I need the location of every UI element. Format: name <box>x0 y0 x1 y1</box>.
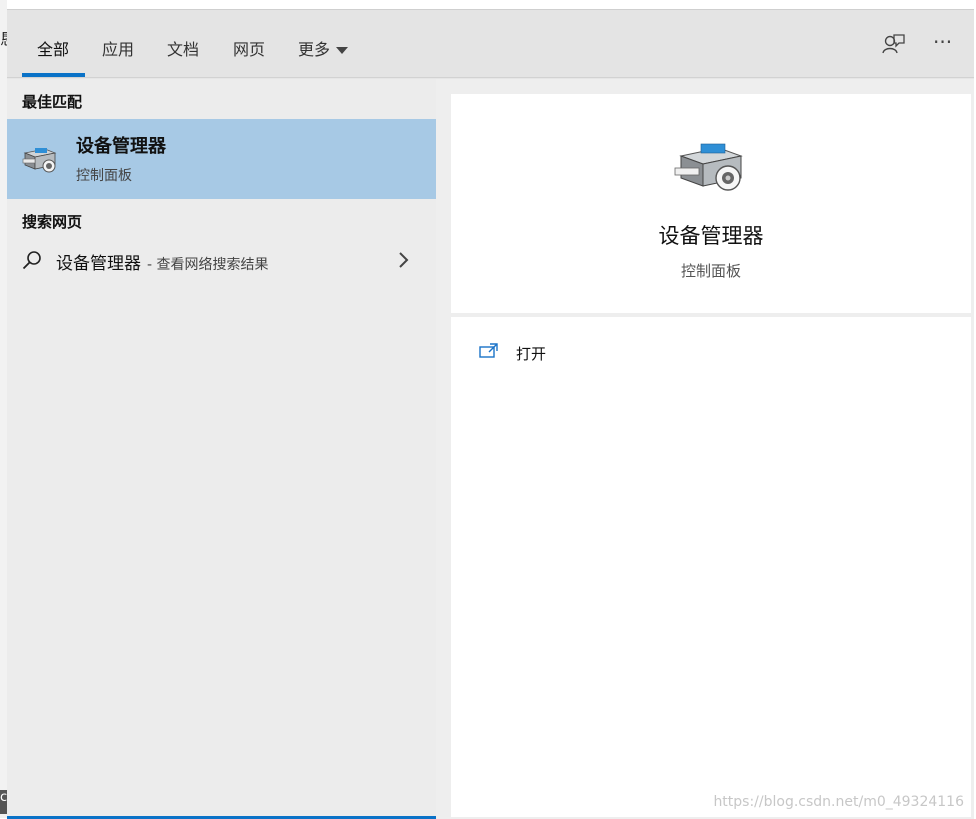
more-options-icon[interactable]: ··· <box>933 30 959 56</box>
web-search-heading: 搜索网页 <box>22 213 83 231</box>
best-match-item[interactable]: 设备管理器 控制面板 <box>7 119 436 199</box>
tab-web[interactable]: 网页 <box>233 36 265 60</box>
device-manager-icon <box>673 132 747 196</box>
best-match-subtitle: 控制面板 <box>76 168 132 184</box>
preview-title: 设备管理器 <box>658 224 764 248</box>
preview-pane: 设备管理器 控制面板 打开 <box>436 79 974 819</box>
web-search-query-text: 设备管理器 <box>56 254 141 274</box>
web-search-hint: - 查看网络搜索结果 <box>147 257 269 273</box>
open-action-label: 打开 <box>516 345 547 363</box>
device-manager-icon <box>21 139 59 177</box>
preview-subtitle: 控制面板 <box>680 262 741 280</box>
chevron-down-icon <box>336 47 349 54</box>
background-text-fragment: 恳 <box>0 28 7 49</box>
tab-apps[interactable]: 应用 <box>102 36 134 60</box>
tab-documents[interactable]: 文档 <box>167 36 199 60</box>
tab-more-label: 更多 <box>298 40 331 59</box>
open-icon <box>479 342 499 360</box>
search-panel: 全部 应用 文档 网页 更多 ··· 最佳匹配 设备管理器 控制面板 搜索网页 … <box>7 9 974 819</box>
background-window-edge: 恳 c <box>0 0 7 818</box>
results-pane: 最佳匹配 设备管理器 控制面板 搜索网页 设备管理器 - 查看网络搜索结果 <box>7 79 436 819</box>
background-taskbar-fragment: c <box>0 790 7 814</box>
chevron-right-icon[interactable] <box>397 251 411 269</box>
best-match-heading: 最佳匹配 <box>22 93 83 111</box>
tab-all[interactable]: 全部 <box>37 36 69 60</box>
preview-actions-card: 打开 <box>451 317 971 817</box>
search-tab-bar: 全部 应用 文档 网页 更多 ··· <box>7 10 974 78</box>
watermark-text: https://blog.csdn.net/m0_49324116 <box>713 794 964 810</box>
active-tab-indicator <box>22 73 85 77</box>
web-search-result[interactable]: 设备管理器 - 查看网络搜索结果 <box>7 239 436 283</box>
search-icon <box>21 250 43 272</box>
best-match-title: 设备管理器 <box>76 136 166 157</box>
tab-more[interactable]: 更多 <box>298 36 349 60</box>
feedback-icon[interactable] <box>880 32 906 58</box>
web-search-query: 设备管理器 - 查看网络搜索结果 <box>56 249 269 274</box>
preview-header-card: 设备管理器 控制面板 <box>451 94 971 313</box>
